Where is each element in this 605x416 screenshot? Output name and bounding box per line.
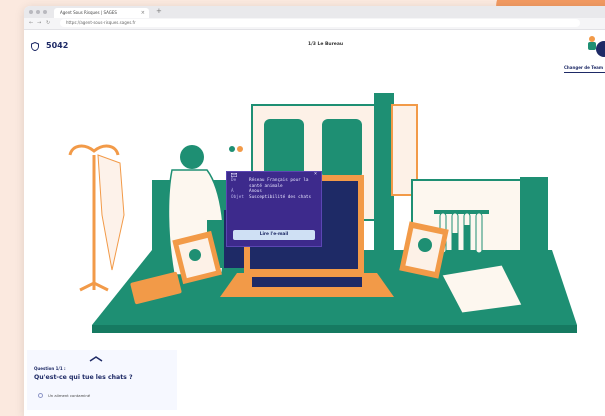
- email-from-value: Réseau Français pour la santé animale: [249, 178, 309, 189]
- question-text: Qu'est-ce qui tue les chats ?: [34, 374, 133, 381]
- url-field[interactable]: https://agent-sous-risques.sages.fr: [60, 19, 580, 27]
- browser-tab[interactable]: Agent Sous Risques | SAGES ×: [54, 8, 149, 18]
- maximize-window-dot[interactable]: [43, 10, 47, 14]
- new-tab-button[interactable]: +: [156, 7, 162, 15]
- email-from-label: De: [231, 178, 237, 183]
- read-email-button[interactable]: Lire l'e-mail: [233, 230, 315, 240]
- scene-label: 1/3 Le Bureau: [308, 42, 344, 47]
- score-counter: 5042: [46, 41, 69, 50]
- email-subject-label: Objet: [231, 194, 244, 200]
- tab-title: Agent Sous Risques | SAGES: [60, 10, 117, 15]
- answer-option[interactable]: Un aliment contaminé: [34, 392, 174, 400]
- change-team-link[interactable]: Changer de Team: [564, 65, 603, 70]
- app-header: 5042 1/3 Le Bureau Changer de Team: [24, 29, 605, 73]
- email-subject-value: Susceptibilité des chats: [249, 194, 312, 200]
- chevron-up-icon[interactable]: [89, 356, 103, 362]
- forward-icon[interactable]: →: [37, 20, 41, 26]
- close-window-dot[interactable]: [29, 10, 33, 14]
- change-team-underline: [564, 72, 605, 73]
- email-subject-row: Objet Susceptibilité des chats: [227, 195, 321, 201]
- mail-icon: [231, 173, 237, 177]
- user-menu-button[interactable]: [596, 41, 605, 57]
- coat-rack: [68, 144, 125, 292]
- shield-icon: [31, 42, 39, 51]
- desk-edge: [92, 325, 577, 333]
- reload-icon[interactable]: ↻: [46, 20, 50, 26]
- popup-header: ×: [227, 171, 321, 178]
- minimize-window-dot[interactable]: [36, 10, 40, 14]
- email-from-row: De Réseau Français pour la santé animale: [227, 178, 321, 189]
- popup-close-icon[interactable]: ×: [314, 171, 317, 178]
- answer-radio[interactable]: [38, 393, 43, 398]
- window-pane-right: [322, 119, 362, 179]
- answer-option-label: Un aliment contaminé: [48, 393, 91, 398]
- laptop-keyboard: [252, 277, 362, 287]
- question-number: Question 1/1 :: [34, 366, 66, 371]
- question-panel: Question 1/1 : Qu'est-ce qui tue les cha…: [27, 350, 177, 410]
- email-preview-popup: × De Réseau Français pour la santé anima…: [226, 171, 322, 247]
- tab-close-icon[interactable]: ×: [141, 8, 145, 18]
- back-icon[interactable]: ←: [29, 20, 33, 26]
- window-pane-left: [264, 119, 304, 179]
- browser-titlebar: Agent Sous Risques | SAGES × +: [24, 6, 605, 18]
